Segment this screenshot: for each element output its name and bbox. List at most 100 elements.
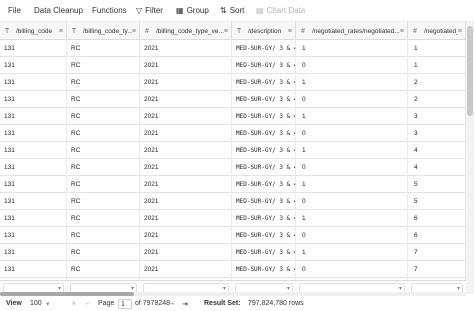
table-cell[interactable]: 2021 [140,108,232,125]
table-cell[interactable]: MED-SUR-GY/ 3 & 4 [232,227,296,244]
table-row[interactable]: 131 RC 2021 MED-SUR-GY/ 3 & 412 [0,74,466,91]
vertical-scroll-thumb[interactable] [467,26,473,116]
table-cell[interactable]: 0 [296,159,408,176]
table-cell[interactable]: 131 [0,244,67,261]
table-cell[interactable]: 0 [296,193,408,210]
table-cell[interactable]: 6 [408,227,466,244]
table-cell[interactable]: MED-SUR-GY/ 3 & 4 [232,91,296,108]
table-cell[interactable]: 2021 [140,40,232,57]
table-cell[interactable]: 2021 [140,193,232,210]
table-cell[interactable]: 131 [0,159,67,176]
table-cell[interactable]: MED-SUR-GY/ 3 & 4 [232,159,296,176]
table-cell[interactable]: 2 [408,74,466,91]
table-cell[interactable]: RC [67,210,140,227]
group-button[interactable]: ▦ Group [176,6,209,15]
column-header-3[interactable]: T/description ≡ [232,22,296,40]
table-cell[interactable]: MED-SUR-GY/ 3 & 4 [232,261,296,278]
filter-button[interactable]: ▽ Filter [136,6,163,15]
table-cell[interactable]: MED-SUR-GY/ 3 & 4 [232,108,296,125]
last-page-button[interactable]: ⇥ [182,300,188,308]
table-cell[interactable]: 1 [296,142,408,159]
table-cell[interactable]: 4 [408,142,466,159]
page-size-select[interactable]: 100 [30,300,42,307]
column-header-1[interactable]: T/billing_code_ty... ≡ [67,22,140,40]
table-cell[interactable]: 1 [296,40,408,57]
table-cell[interactable]: 2021 [140,261,232,278]
table-cell[interactable]: 2021 [140,142,232,159]
horizontal-scrollbar[interactable] [0,292,466,296]
table-cell[interactable]: 4 [408,159,466,176]
table-cell[interactable]: 2021 [140,125,232,142]
chart-data-button[interactable]: ▤ Chart Data [256,6,305,15]
table-cell[interactable]: 131 [0,227,67,244]
table-cell[interactable]: 2021 [140,210,232,227]
table-cell[interactable]: MED-SUR-GY/ 3 & 4 [232,57,296,74]
table-cell[interactable]: RC [67,142,140,159]
column-menu-icon[interactable]: ≡ [458,28,465,35]
table-cell[interactable]: RC [67,244,140,261]
table-cell[interactable]: 2021 [140,57,232,74]
table-cell[interactable]: RC [67,108,140,125]
table-cell[interactable]: MED-SUR-GY/ 3 & 4 [232,74,296,91]
table-cell[interactable]: 131 [0,125,67,142]
table-cell[interactable]: RC [67,40,140,57]
data-cleanup-menu[interactable]: Data Cleanup [34,6,83,15]
table-cell[interactable]: 1 [296,244,408,261]
vertical-scrollbar[interactable] [466,22,474,294]
file-menu[interactable]: File [8,6,21,15]
sort-button[interactable]: ⇅ Sort [220,6,244,15]
table-cell[interactable]: 1 [408,57,466,74]
table-cell[interactable]: 131 [0,74,67,91]
table-row[interactable]: 131 RC 2021 MED-SUR-GY/ 3 & 406 [0,227,466,244]
table-cell[interactable]: 3 [408,125,466,142]
table-row[interactable]: 131 RC 2021 MED-SUR-GY/ 3 & 413 [0,108,466,125]
table-cell[interactable]: 2021 [140,227,232,244]
table-cell[interactable]: RC [67,193,140,210]
table-cell[interactable]: 1 [408,40,466,57]
table-row[interactable]: 131 RC 2021 MED-SUR-GY/ 3 & 414 [0,142,466,159]
table-cell[interactable]: 131 [0,210,67,227]
page-number-input[interactable]: 1 [118,299,132,309]
table-cell[interactable]: RC [67,125,140,142]
table-cell[interactable]: MED-SUR-GY/ 3 & 4 [232,142,296,159]
table-cell[interactable]: 2021 [140,159,232,176]
table-row[interactable]: 131 RC 2021 MED-SUR-GY/ 3 & 416 [0,210,466,227]
table-cell[interactable]: 131 [0,193,67,210]
next-page-button[interactable]: → [168,300,175,307]
table-cell[interactable]: MED-SUR-GY/ 3 & 4 [232,244,296,261]
table-cell[interactable]: MED-SUR-GY/ 3 & 4 [232,40,296,57]
table-cell[interactable]: 1 [296,210,408,227]
horizontal-scroll-thumb[interactable] [0,292,134,296]
table-row[interactable]: 131 RC 2021 MED-SUR-GY/ 3 & 402 [0,91,466,108]
table-cell[interactable]: 131 [0,108,67,125]
table-row[interactable]: 131 RC 2021 MED-SUR-GY/ 3 & 415 [0,176,466,193]
table-cell[interactable]: RC [67,176,140,193]
table-row[interactable]: 131 RC 2021 MED-SUR-GY/ 3 & 405 [0,193,466,210]
column-menu-icon[interactable]: ≡ [224,28,231,35]
table-cell[interactable]: 2 [408,91,466,108]
table-row[interactable]: 131 RC 2021 MED-SUR-GY/ 3 & 411 [0,40,466,57]
table-row[interactable]: 131 RC 2021 MED-SUR-GY/ 3 & 407 [0,261,466,278]
table-cell[interactable]: RC [67,261,140,278]
functions-menu[interactable]: Functions [92,6,127,15]
table-cell[interactable]: MED-SUR-GY/ 3 & 4 [232,193,296,210]
table-cell[interactable]: 131 [0,40,67,57]
table-row[interactable]: 131 RC 2021 MED-SUR-GY/ 3 & 401 [0,57,466,74]
table-cell[interactable]: 2021 [140,91,232,108]
table-cell[interactable]: 0 [296,91,408,108]
table-cell[interactable]: 2021 [140,244,232,261]
column-menu-icon[interactable]: ≡ [288,28,295,35]
table-cell[interactable]: 131 [0,91,67,108]
table-cell[interactable]: 7 [408,244,466,261]
column-header-2[interactable]: # /billing_code_type_ve... ≡ [140,22,232,40]
column-menu-icon[interactable]: ≡ [400,28,407,35]
table-row[interactable]: 131 RC 2021 MED-SUR-GY/ 3 & 403 [0,125,466,142]
table-cell[interactable]: 0 [296,227,408,244]
table-cell[interactable]: 1 [296,176,408,193]
table-cell[interactable]: RC [67,91,140,108]
column-header-0[interactable]: T/billing_code ≡ [0,22,67,40]
table-cell[interactable]: 7 [408,261,466,278]
first-page-button[interactable]: « [72,300,76,307]
column-menu-icon[interactable]: ≡ [132,28,139,35]
table-cell[interactable]: RC [67,57,140,74]
